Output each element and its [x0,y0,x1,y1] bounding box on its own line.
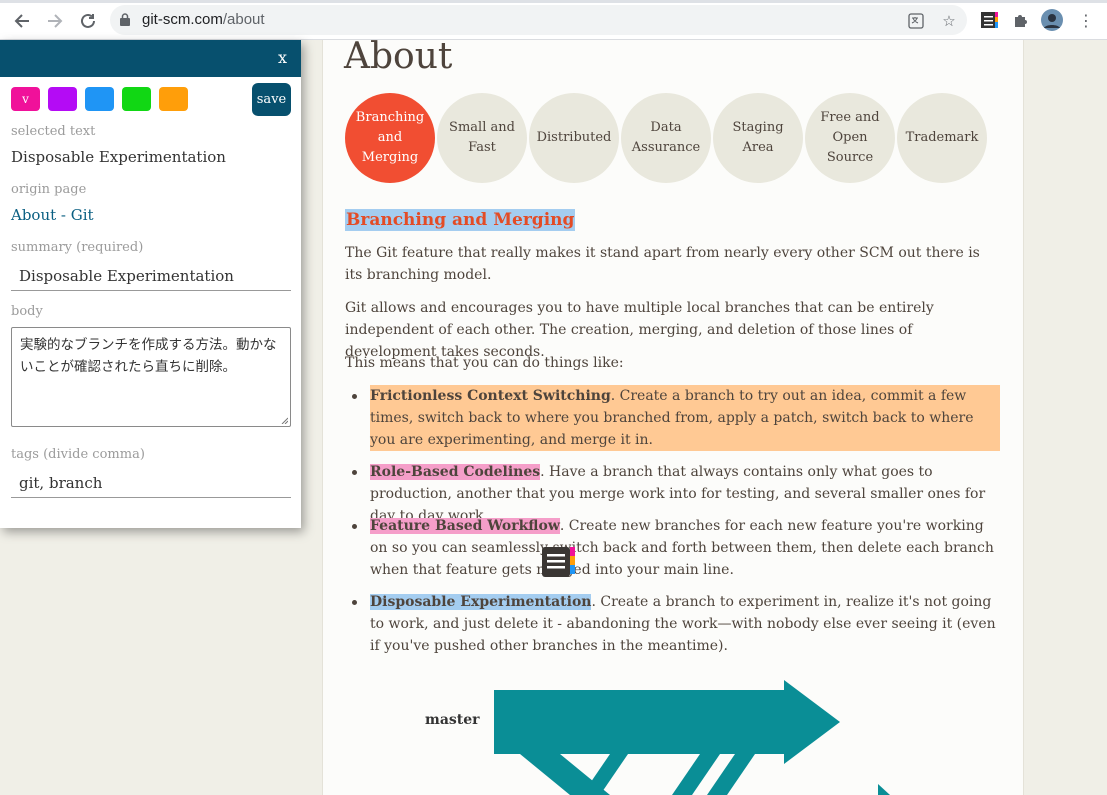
save-button[interactable]: save [252,83,291,116]
note-panel: x v save selected text Disposable Experi… [0,40,301,528]
tab-strip-edge [0,0,1107,3]
summary-label: summary (required) [11,240,144,255]
resize-handle-icon[interactable] [280,416,288,424]
color-swatch-magenta[interactable]: v [11,87,40,111]
paragraph-things-like: This means that you can do things like: [345,355,624,371]
browser-toolbar: git-scm.com/about ☆ ⋮ [0,0,1107,40]
extension-note-icon[interactable] [978,9,1000,31]
color-swatch-purple[interactable] [48,87,77,111]
profile-avatar[interactable] [1041,9,1063,31]
summary-input[interactable]: Disposable Experimentation [11,263,291,291]
list-item-text: Disposable Experimentation. Create a bra… [370,591,1000,657]
branching-diagram [494,680,890,795]
page-title: About [344,36,453,77]
panel-header: x [0,40,301,77]
list-item-text: Frictionless Context Switching. Create a… [370,385,1000,451]
body-label: body [11,304,43,319]
extensions-puzzle-icon[interactable] [1010,9,1032,31]
bullet-dot [352,470,357,475]
url-text: git-scm.com/about [142,11,265,28]
tags-input[interactable]: git, branch [11,470,291,498]
url-path: /about [222,11,265,28]
list-item-title: Frictionless Context Switching [370,388,611,404]
lock-icon [120,13,130,26]
selected-check: v [22,92,29,106]
close-button[interactable]: x [278,48,287,67]
translate-icon[interactable] [907,12,925,30]
nav-circle-free-and-open-source[interactable]: Free and Open Source [805,93,895,183]
list-item-title: Role-Based Codelines [370,464,541,480]
bookmark-star-icon[interactable]: ☆ [940,12,958,30]
color-swatch-blue[interactable] [85,87,114,111]
address-bar[interactable]: git-scm.com/about ☆ [110,5,967,35]
tags-label: tags (divide comma) [11,447,145,462]
color-swatch-green[interactable] [122,87,151,111]
tags-value: git, branch [19,474,103,492]
nav-circle-small-and-fast[interactable]: Small and Fast [437,93,527,183]
back-icon[interactable] [9,8,35,34]
color-swatch-orange[interactable] [159,87,188,111]
nav-circle-data-assurance[interactable]: Data Assurance [621,93,711,183]
paragraph-intro: The Git feature that really makes it sta… [345,245,980,283]
section-title: Branching and Merging [345,209,576,231]
selected-text-label: selected text [11,124,96,139]
list-item-text: Feature Based Workflow. Create new branc… [370,515,1000,581]
nav-circle-staging-area[interactable]: Staging Area [713,93,803,183]
list-item-title: Feature Based Workflow [370,518,560,534]
diagram-master-label: master [425,712,480,728]
url-domain: git-scm.com [142,11,223,28]
selected-text-value: Disposable Experimentation [11,148,226,166]
nav-circle-trademark[interactable]: Trademark [897,93,987,183]
nav-circle-branching-and-merging[interactable]: Branching and Merging [345,93,435,183]
body-textarea[interactable]: 実験的なブランチを作成する方法。動かないことが確認されたら直ちに削除。 [11,327,291,427]
bullet-dot [352,524,357,529]
nav-circle-distributed[interactable]: Distributed [529,93,619,183]
origin-page-link[interactable]: About - Git [11,206,94,224]
bullet-dot [352,394,357,399]
floating-note-icon[interactable] [541,546,577,578]
forward-icon[interactable] [42,8,68,34]
summary-value: Disposable Experimentation [19,267,234,285]
list-item-title: Disposable Experimentation [370,594,592,610]
bullet-dot [352,600,357,605]
body-value: 実験的なブランチを作成する方法。動かないことが確認されたら直ちに削除。 [20,337,277,375]
reload-icon[interactable] [75,8,101,34]
origin-page-label: origin page [11,182,87,197]
menu-kebab-icon[interactable]: ⋮ [1075,9,1097,31]
